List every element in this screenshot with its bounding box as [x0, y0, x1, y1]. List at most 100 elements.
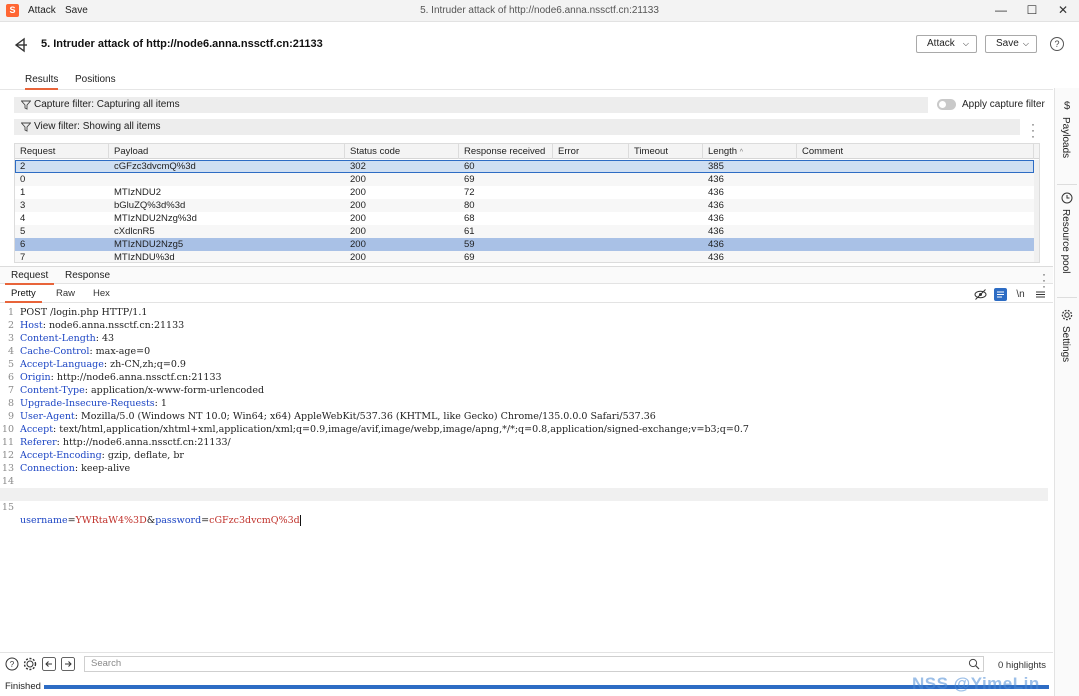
hide-non-printable-icon[interactable] — [974, 288, 987, 301]
col-length[interactable]: Length ^ — [703, 144, 797, 159]
col-error[interactable]: Error — [553, 144, 629, 159]
cell-response-received: 59 — [464, 239, 475, 250]
editor-line[interactable]: 4 Cache-Control: max-age=0 — [0, 345, 1048, 358]
header-name: Content-Length — [20, 333, 96, 344]
more-options-icon[interactable]: · · · — [1028, 118, 1038, 142]
close-window-button[interactable]: ✕ — [1048, 2, 1078, 19]
table-row[interactable]: 5 cXdlcnR5 200 61 436 — [15, 225, 1034, 238]
cell-length: 385 — [708, 161, 724, 172]
header-value: keep-alive — [81, 463, 131, 474]
line-number: 3 — [7, 333, 14, 344]
header-name: Host — [20, 320, 43, 331]
editor-line[interactable]: 2 Host: node6.anna.nssctf.cn:21133 — [0, 319, 1048, 332]
editor-line-body[interactable]: 15 username=YWRtaW4%3D&password=cGFzc3dv… — [0, 488, 1048, 526]
tab-pretty[interactable]: Pretty — [5, 288, 42, 303]
minimize-button[interactable]: — — [986, 2, 1016, 19]
line-number: 14 — [1, 476, 14, 487]
editor-line[interactable]: 12 Accept-Encoding: gzip, deflate, br — [0, 449, 1048, 462]
tab-request[interactable]: Request — [5, 270, 55, 285]
editor-line[interactable]: 14 — [0, 475, 1048, 488]
request-response-tabs: Request Response · · · — [0, 266, 1053, 292]
col-request[interactable]: Request — [15, 144, 109, 159]
editor-line[interactable]: 8 Upgrade-Insecure-Requests: 1 — [0, 397, 1048, 410]
editor-line[interactable]: 7 Content-Type: application/x-www-form-ur… — [0, 384, 1048, 397]
cell-length: 436 — [708, 252, 724, 263]
gear-icon — [1061, 309, 1073, 321]
header-value: zh-CN,zh;q=0.9 — [110, 359, 186, 370]
table-row[interactable]: 3 bGluZQ%3d%3d 200 80 436 — [15, 199, 1034, 212]
tab-results[interactable]: Results — [25, 74, 59, 90]
newline-toggle-icon[interactable]: \n — [1014, 288, 1027, 301]
editor-line[interactable]: 11 Referer: http://node6.anna.nssctf.cn:2… — [0, 436, 1048, 449]
code-text: Accept-Language: zh-CN,zh;q=0.9 — [20, 358, 186, 371]
cell-payload: cXdlcnR5 — [114, 226, 155, 237]
settings-gear-icon[interactable] — [23, 657, 37, 671]
editor-line[interactable]: 10 Accept: text/html,application/xhtml+xm… — [0, 423, 1048, 436]
code-text: Upgrade-Insecure-Requests: 1 — [20, 397, 167, 410]
editor-line[interactable]: 1 POST /login.php HTTP/1.1 — [0, 306, 1048, 319]
table-row[interactable]: 4 MTIzNDU2Nzg%3d 200 68 436 — [15, 212, 1034, 225]
col-status-code[interactable]: Status code — [345, 144, 459, 159]
next-arrow-icon[interactable] — [61, 657, 75, 671]
cell-response-received: 80 — [464, 200, 475, 211]
word-wrap-icon[interactable] — [994, 288, 1007, 301]
rail-settings[interactable]: Settings — [1055, 309, 1079, 379]
tab-response[interactable]: Response — [59, 270, 116, 283]
capture-filter-bar[interactable]: Capture filter: Capturing all items — [14, 97, 928, 113]
col-timeout[interactable]: Timeout — [629, 144, 703, 159]
search-input[interactable]: Search — [84, 656, 984, 672]
col-response-received[interactable]: Response received — [459, 144, 553, 159]
attack-header: 5. Intruder attack of http://node6.anna.… — [0, 22, 1079, 68]
code-text: Accept: text/html,application/xhtml+xml,… — [20, 423, 749, 436]
results-table: Request Payload Status code Response rec… — [14, 143, 1040, 263]
editor-line[interactable]: 3 Content-Length: 43 — [0, 332, 1048, 345]
apply-capture-filter-toggle[interactable] — [937, 99, 956, 110]
view-filter-bar[interactable]: View filter: Showing all items — [14, 119, 1020, 135]
table-scrollbar[interactable] — [1034, 160, 1039, 262]
help-icon[interactable]: ? — [1050, 37, 1064, 51]
cell-request: 1 — [20, 187, 26, 198]
tab-positions[interactable]: Positions — [75, 74, 116, 88]
param-value-password: cGFzc3dvcmQ%3d — [209, 515, 300, 526]
help-icon[interactable]: ? — [5, 657, 19, 671]
sort-ascending-icon: ^ — [739, 149, 743, 156]
filter-icon — [21, 100, 31, 110]
cell-status-code: 200 — [350, 213, 366, 224]
cell-length: 436 — [708, 239, 724, 250]
previous-arrow-icon[interactable] — [42, 657, 56, 671]
tab-raw[interactable]: Raw — [50, 288, 81, 301]
editor-line[interactable]: 13 Connection: keep-alive — [0, 462, 1048, 475]
tab-hex[interactable]: Hex — [87, 288, 116, 301]
col-comment[interactable]: Comment — [797, 144, 1034, 159]
menu-attack[interactable]: Attack — [28, 5, 56, 16]
cell-response-received: 69 — [464, 174, 475, 185]
editor-line[interactable]: 6 Origin: http://node6.anna.nssctf.cn:211… — [0, 371, 1048, 384]
editor-line[interactable]: 5 Accept-Language: zh-CN,zh;q=0.9 — [0, 358, 1048, 371]
line-number: 8 — [7, 398, 14, 409]
editor-line[interactable]: 9 User-Agent: Mozilla/5.0 (Windows NT 10.… — [0, 410, 1048, 423]
rail-resource-pool[interactable]: Resource pool — [1055, 192, 1079, 292]
table-row[interactable]: 1 MTIzNDU2 200 72 436 — [15, 186, 1034, 199]
save-dropdown-button[interactable]: Save ⌵ — [985, 35, 1037, 53]
table-header: Request Payload Status code Response rec… — [15, 144, 1039, 159]
table-row[interactable]: 6 MTIzNDU2Nzg5 200 59 436 — [15, 238, 1034, 251]
table-row[interactable]: 0 200 69 436 — [15, 173, 1034, 186]
cell-length: 436 — [708, 174, 724, 185]
header-value: text/html,application/xhtml+xml,applicat… — [59, 424, 749, 435]
rail-payloads-label: Payloads — [1060, 117, 1071, 159]
request-editor[interactable]: 1 POST /login.php HTTP/1.1 2 Host: node6.an… — [0, 305, 1053, 645]
cell-status-code: 200 — [350, 226, 366, 237]
col-payload[interactable]: Payload — [109, 144, 345, 159]
table-row[interactable]: 2 cGFzc3dvcmQ%3d 302 60 385 — [15, 160, 1034, 173]
header-value: max-age=0 — [95, 346, 151, 357]
pin-tab-icon[interactable] — [13, 37, 29, 53]
maximize-button[interactable]: ☐ — [1017, 2, 1047, 19]
menu-icon[interactable] — [1034, 288, 1047, 301]
rail-payloads[interactable]: $ Payloads — [1055, 100, 1079, 180]
code-text: Content-Type: application/x-www-form-url… — [20, 384, 264, 397]
table-row[interactable]: 7 MTIzNDU%3d 200 69 436 — [15, 251, 1034, 263]
attack-dropdown-button[interactable]: Attack ⌵ — [916, 35, 977, 53]
watermark: NSS @YimeLin — [912, 674, 1040, 693]
menu-save[interactable]: Save — [65, 5, 88, 16]
rail-divider — [1057, 297, 1077, 298]
